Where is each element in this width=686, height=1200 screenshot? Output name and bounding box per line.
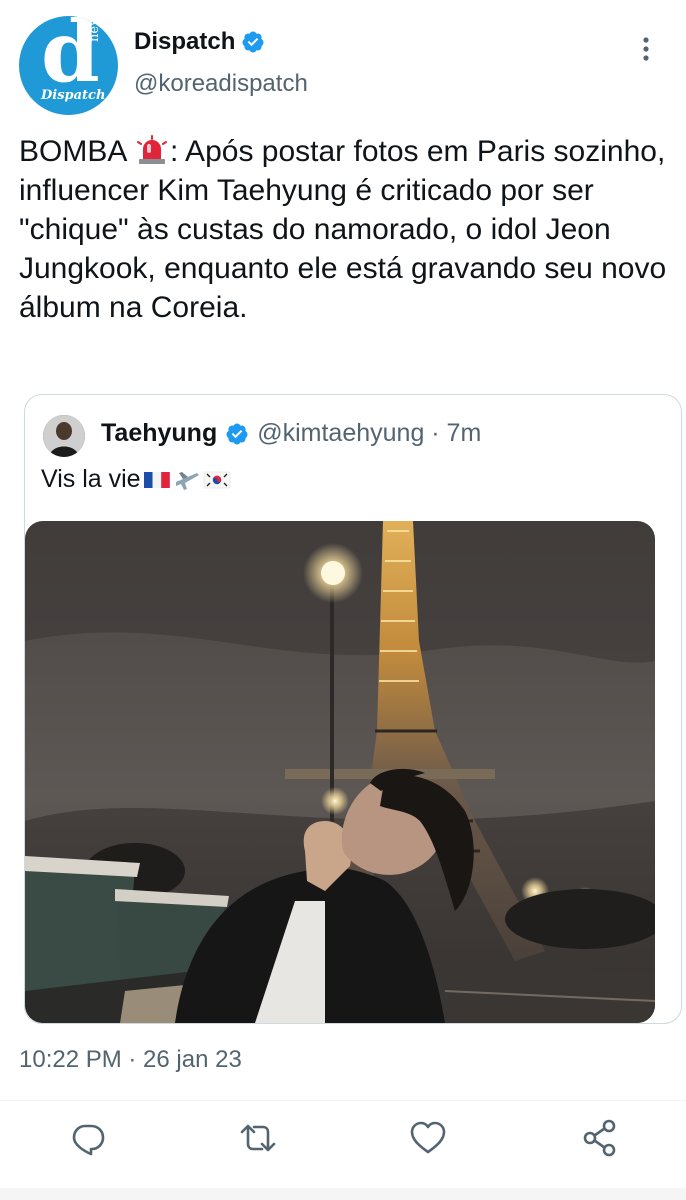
- quoted-author-name[interactable]: Taehyung: [101, 419, 217, 448]
- quoted-avatar-image: [43, 415, 85, 457]
- quoted-author-row: Taehyung @kimtaehyung · 7m: [101, 419, 481, 448]
- share-icon[interactable]: [580, 1118, 620, 1158]
- quoted-text-body: Vis la vie: [41, 465, 141, 493]
- avatar-logo-wordmark: Dispatch: [41, 88, 106, 103]
- tweet-header: d news Dispatch Dispatch @koreadispatch: [0, 0, 686, 118]
- like-icon[interactable]: [408, 1118, 448, 1158]
- siren-icon: [137, 135, 168, 164]
- airplane-icon: [175, 471, 199, 490]
- author-display-name[interactable]: Dispatch: [134, 28, 235, 56]
- korea-flag-icon: [203, 471, 230, 488]
- author-handle[interactable]: @koreadispatch: [134, 70, 308, 98]
- tweet-text-lead: BOMBA: [19, 135, 135, 168]
- france-flag-icon: [143, 471, 170, 488]
- tweet-text: BOMBA : Após postar fotos em Paris sozin…: [19, 132, 669, 327]
- avatar-logo-news: news: [87, 16, 102, 42]
- verified-badge-icon: [226, 423, 248, 444]
- quoted-tweet-text: Vis la vie: [41, 465, 231, 494]
- quoted-author-avatar[interactable]: [43, 415, 85, 457]
- verified-badge-icon: [242, 31, 264, 53]
- more-vertical-icon[interactable]: [636, 34, 656, 64]
- divider: [0, 1100, 686, 1101]
- tweet-timestamp[interactable]: 10:22 PM · 26 jan 23: [19, 1046, 242, 1074]
- quoted-author-handle-time: @kimtaehyung · 7m: [257, 419, 482, 447]
- reply-icon[interactable]: [68, 1118, 108, 1158]
- author-name-row: Dispatch: [134, 28, 265, 56]
- tweet-action-bar: [0, 1118, 686, 1168]
- retweet-icon[interactable]: [238, 1118, 278, 1158]
- quoted-tweet-card[interactable]: Taehyung @kimtaehyung · 7m Vis la vie: [24, 394, 682, 1024]
- author-avatar[interactable]: d news Dispatch: [19, 16, 118, 115]
- quoted-tweet-photo[interactable]: [25, 521, 655, 1023]
- bottom-edge: [0, 1188, 686, 1200]
